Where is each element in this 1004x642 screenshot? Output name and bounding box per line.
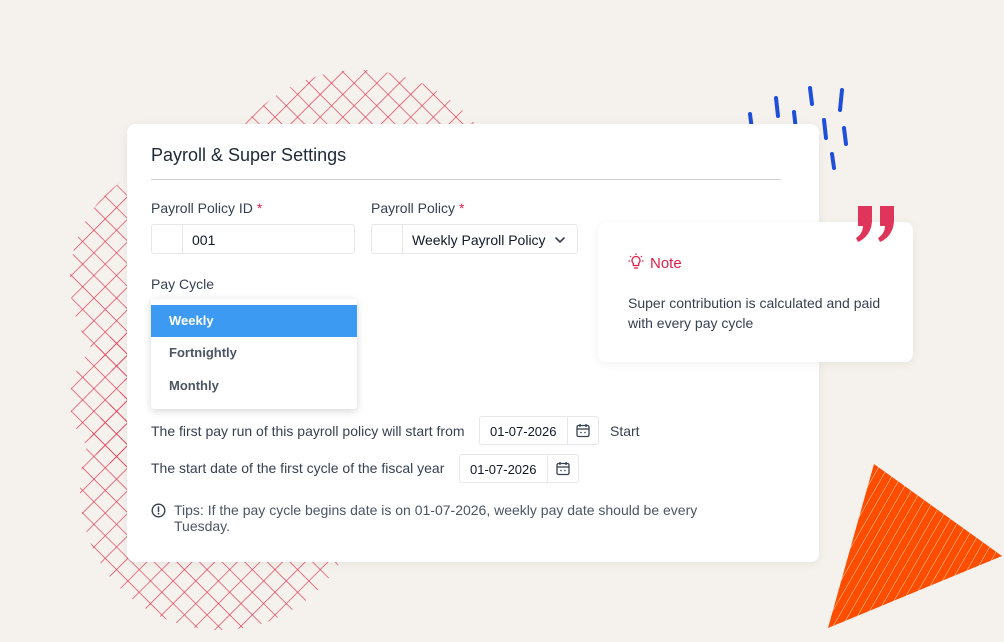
pay-cycle-label: Pay Cycle — [151, 276, 215, 292]
date-separator — [547, 455, 548, 482]
policy-select[interactable]: Weekly Payroll Policy — [371, 224, 578, 254]
policy-id-label-text: Payroll Policy ID — [151, 200, 253, 216]
required-mark: * — [256, 200, 263, 216]
fiscal-start-text: The start date of the first cycle of the… — [151, 460, 445, 476]
calendar-icon[interactable] — [556, 461, 570, 481]
fiscal-start-date-input[interactable]: 01-07-2026 — [459, 454, 579, 483]
policy-id-label: Payroll Policy ID * — [151, 200, 262, 216]
first-run-text: The first pay run of this payroll policy… — [151, 423, 465, 439]
fiscal-start-date-value: 01-07-2026 — [470, 462, 537, 477]
first-run-date-input[interactable]: 01-07-2026 — [479, 416, 599, 445]
quote-marks-icon — [856, 206, 894, 242]
pay-cycle-option-weekly[interactable]: Weekly — [151, 305, 357, 337]
pay-cycle-option-fortnightly[interactable]: Fortnightly — [151, 337, 357, 369]
tip-text: Tips: If the pay cycle begins date is on… — [174, 502, 698, 534]
select-prefix — [372, 225, 403, 253]
policy-label-text: Payroll Policy — [371, 200, 456, 216]
first-run-suffix: Start — [610, 423, 640, 439]
note-title: Note — [650, 255, 682, 272]
calendar-icon[interactable] — [576, 423, 590, 443]
policy-id-input[interactable]: 001 — [151, 224, 355, 254]
input-prefix — [152, 225, 183, 253]
policy-label: Payroll Policy * — [371, 200, 464, 216]
pay-cycle-option-monthly[interactable]: Monthly — [151, 370, 357, 402]
lightbulb-icon — [628, 253, 644, 276]
chevron-down-icon — [553, 233, 567, 252]
first-run-date-value: 01-07-2026 — [490, 424, 557, 439]
pay-cycle-dropdown[interactable]: Weekly Fortnightly Monthly — [151, 299, 357, 409]
triangle-decoration — [828, 464, 1002, 628]
required-mark: * — [459, 200, 465, 216]
policy-id-value: 001 — [192, 232, 216, 248]
title-divider — [151, 179, 781, 180]
policy-select-value: Weekly Payroll Policy — [412, 232, 546, 248]
page-title: Payroll & Super Settings — [151, 145, 347, 165]
note-body: Super contribution is calculated and pai… — [628, 295, 881, 331]
info-circle-icon — [151, 503, 166, 523]
date-separator — [567, 417, 568, 444]
